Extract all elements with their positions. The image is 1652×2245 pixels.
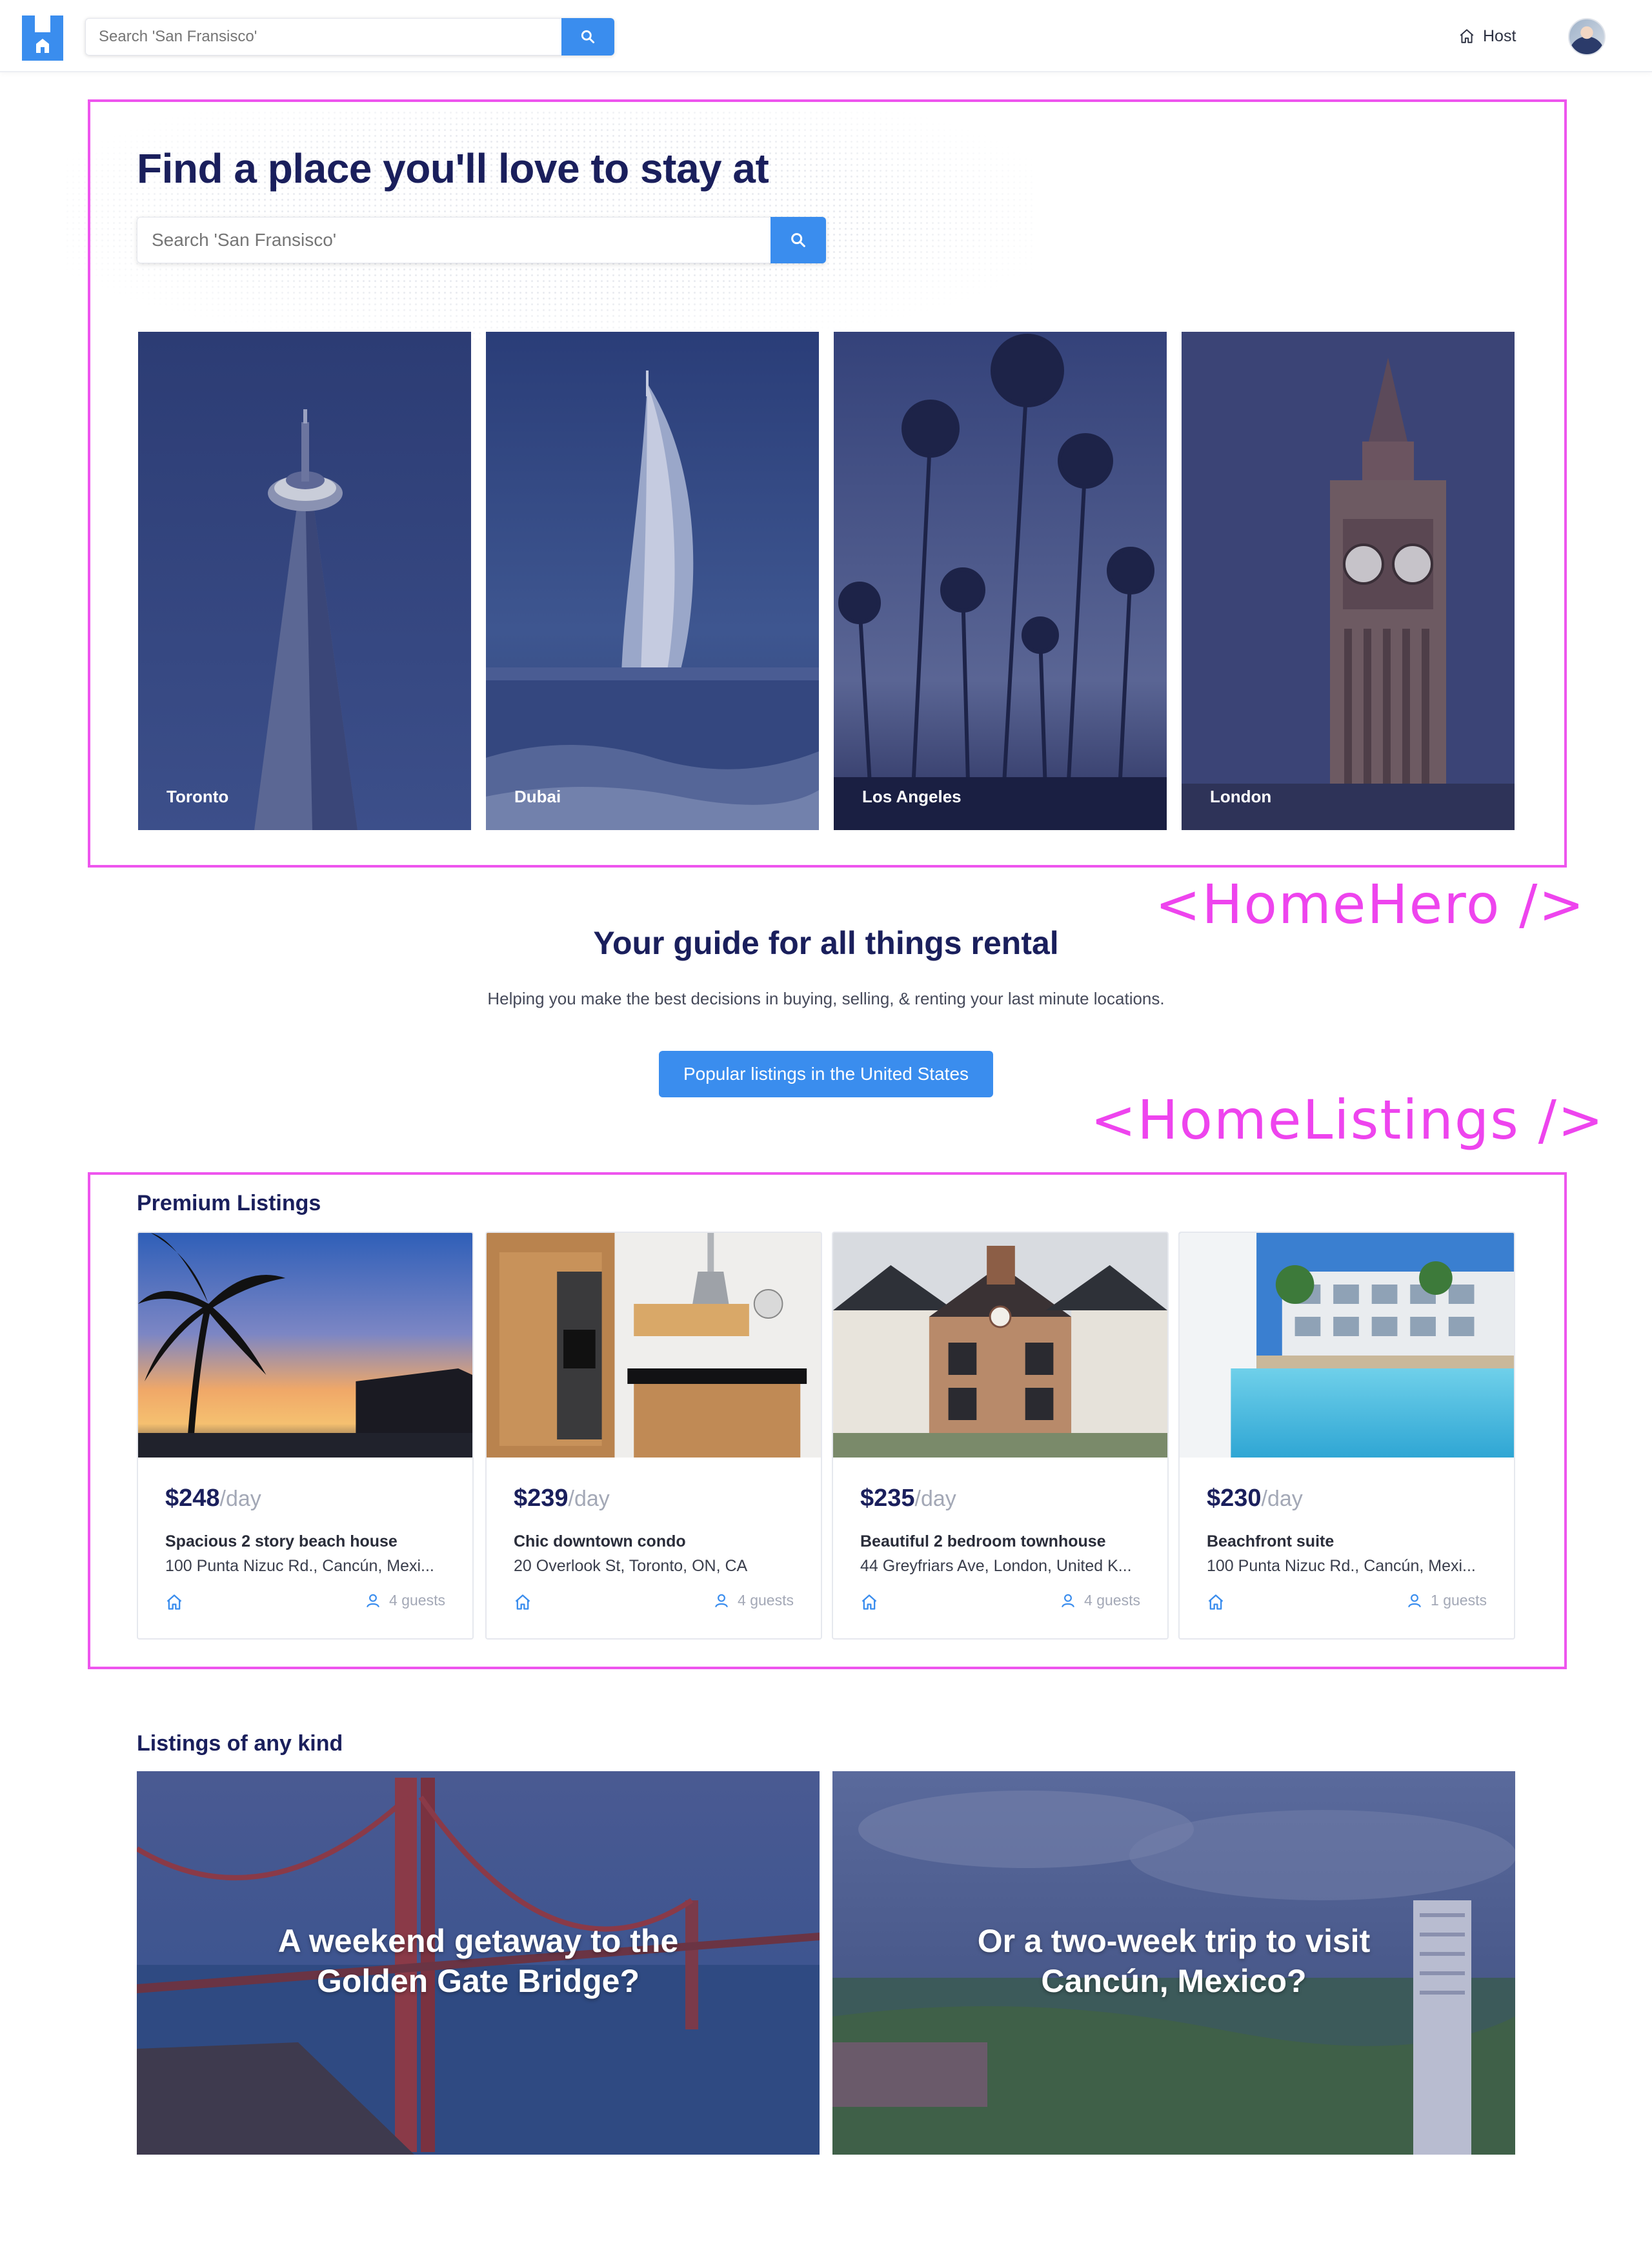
los-angeles-photo — [834, 332, 1167, 830]
city-label: Los Angeles — [862, 787, 962, 806]
listing-title: Beachfront suite — [1207, 1532, 1335, 1550]
city-label: London — [1210, 787, 1272, 806]
house-logo-icon[interactable] — [22, 15, 63, 61]
host-link[interactable]: Host — [1458, 23, 1516, 49]
cancun-card[interactable]: Or a two-week trip to visit Cancún, Mexi… — [832, 1771, 1515, 2155]
listing-price: $248/day — [165, 1485, 261, 1512]
listing-title: Beautiful 2 bedroom townhouse — [860, 1532, 1106, 1550]
listing-card[interactable]: $230/day Beachfront suite 100 Punta Nizu… — [1178, 1232, 1515, 1640]
listing-title: Spacious 2 story beach house — [165, 1532, 398, 1550]
listing-address: 100 Punta Nizuc Rd., Cancún, Mexi... — [165, 1557, 434, 1575]
cancun-caption: Or a two-week trip to visit Cancún, Mexi… — [977, 1923, 1371, 1999]
user-icon — [1062, 1594, 1074, 1607]
listing-photo-condo-kitchen — [487, 1233, 821, 1458]
listing-price: $235/day — [860, 1485, 956, 1512]
city-card-toronto[interactable]: Toronto — [138, 332, 471, 830]
london-photo — [1182, 332, 1515, 830]
city-card-los-angeles[interactable]: Los Angeles — [834, 332, 1167, 830]
header-search-input[interactable] — [85, 18, 561, 56]
listing-price: $239/day — [514, 1485, 610, 1512]
golden-gate-caption: A weekend getaway to the Golden Gate Bri… — [277, 1923, 679, 1999]
home-listings-annotation-label: <HomeListings /> — [1091, 1088, 1605, 1152]
hero-search-button[interactable] — [771, 217, 826, 263]
listing-card[interactable]: $235/day Beautiful 2 bedroom townhouse 4… — [832, 1232, 1169, 1640]
home-icon — [861, 1594, 877, 1610]
user-icon — [715, 1594, 728, 1607]
toronto-photo — [138, 332, 471, 830]
listing-address: 100 Punta Nizuc Rd., Cancún, Mexi... — [1207, 1557, 1476, 1575]
home-icon — [1460, 29, 1474, 43]
user-avatar[interactable] — [1568, 18, 1606, 56]
premium-listings-title: Premium Listings — [137, 1191, 321, 1215]
listing-address: 44 Greyfriars Ave, London, United K... — [860, 1557, 1132, 1575]
popular-listings-button[interactable]: Popular listings in the United States — [659, 1051, 993, 1097]
header-search — [85, 18, 614, 56]
listings-any-kind-title: Listings of any kind — [137, 1731, 343, 1756]
listing-card[interactable]: $248/day Spacious 2 story beach house 10… — [137, 1232, 474, 1640]
city-card-london[interactable]: London — [1182, 332, 1515, 830]
listing-guests: 4 guests — [713, 1592, 794, 1609]
city-card-dubai[interactable]: Dubai — [486, 332, 819, 830]
home-icon — [515, 1594, 530, 1610]
header-search-button[interactable] — [561, 18, 614, 56]
home-icon — [166, 1594, 182, 1610]
listing-price: $230/day — [1207, 1485, 1303, 1512]
hero-search-input[interactable] — [137, 217, 771, 263]
city-label: Dubai — [514, 787, 561, 806]
listing-guests: 4 guests — [365, 1592, 445, 1609]
host-label: Host — [1483, 26, 1516, 45]
hero-search — [137, 217, 826, 263]
guide-title: Your guide for all things rental — [593, 925, 1059, 961]
listing-address: 20 Overlook St, Toronto, ON, CA — [514, 1557, 748, 1575]
top-navbar: Host — [0, 0, 1652, 72]
listing-title: Chic downtown condo — [514, 1532, 686, 1550]
hero-title: Find a place you'll love to stay at — [137, 145, 769, 192]
listing-guests: 4 guests — [1060, 1592, 1140, 1609]
search-icon — [791, 233, 805, 247]
listing-card[interactable]: $239/day Chic downtown condo 20 Overlook… — [485, 1232, 822, 1640]
listing-photo-beach-house — [138, 1233, 472, 1458]
dubai-photo — [486, 332, 819, 830]
guide-subtitle: Helping you make the best decisions in b… — [487, 989, 1165, 1008]
user-icon — [367, 1594, 379, 1607]
listing-photo-beachfront-suite — [1180, 1233, 1514, 1458]
search-icon — [581, 30, 595, 44]
home-icon — [1208, 1594, 1224, 1610]
golden-gate-card[interactable]: A weekend getaway to the Golden Gate Bri… — [137, 1771, 820, 2155]
city-label: Toronto — [166, 787, 229, 806]
listing-guests: 1 guests — [1406, 1592, 1487, 1609]
user-icon — [1408, 1594, 1421, 1607]
listing-photo-townhouse — [833, 1233, 1167, 1458]
